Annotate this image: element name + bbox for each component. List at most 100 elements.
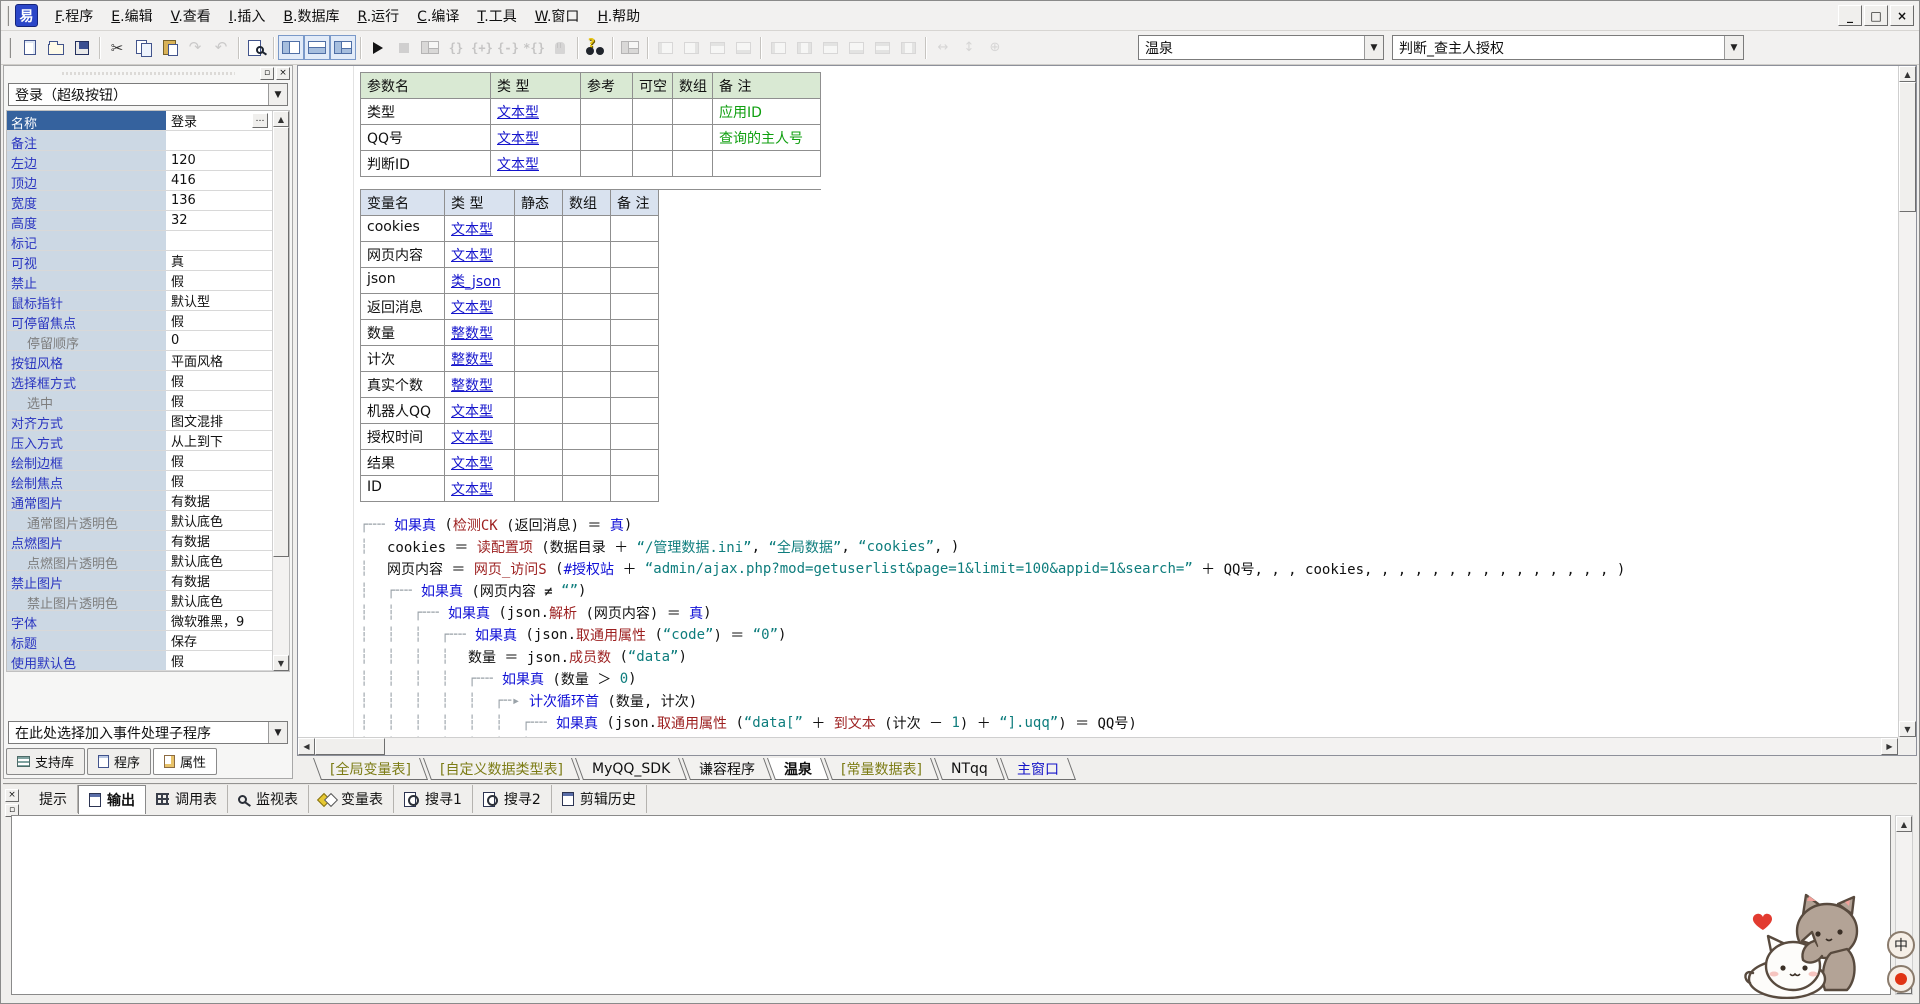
editor-vertical-scrollbar[interactable]: ▲ ▼	[1898, 66, 1916, 737]
same-height-button[interactable]	[895, 35, 921, 60]
object-selector[interactable]: 登录（超级按钮） ▼	[8, 83, 288, 106]
code-line[interactable]: ┆cookies ＝ 读配置项 (数据目录 ＋ “/管理数据.ini”, “全局…	[360, 536, 1625, 558]
layout-both-panels-toggle[interactable]	[330, 35, 356, 60]
copy-button[interactable]	[130, 35, 156, 60]
output-tab-输出[interactable]: 输出	[78, 785, 146, 814]
scroll-up-icon[interactable]: ▲	[273, 111, 289, 127]
property-value[interactable]: 从上到下	[167, 431, 272, 450]
scroll-up-icon[interactable]: ▲	[1896, 816, 1912, 832]
code-line[interactable]: ┆┌╌╌ 如果真 (网页内容 ≠ “”)	[360, 580, 1625, 602]
menubar-grip[interactable]	[7, 6, 10, 26]
table-cell[interactable]	[563, 450, 611, 476]
scroll-down-icon[interactable]: ▼	[1899, 721, 1916, 737]
table-cell[interactable]	[611, 346, 659, 372]
table-cell[interactable]: 整数型	[445, 320, 515, 346]
table-cell[interactable]	[581, 125, 633, 151]
run-button[interactable]	[365, 35, 391, 60]
table-cell[interactable]	[581, 151, 633, 177]
table-cell[interactable]: 文本型	[445, 242, 515, 268]
doc-tab-温泉[interactable]: 温泉	[767, 758, 829, 780]
table-cell[interactable]	[563, 216, 611, 242]
table-cell[interactable]: 返回消息	[361, 294, 445, 320]
pause-hand-button[interactable]	[547, 35, 573, 60]
table-cell[interactable]: ID	[361, 476, 445, 502]
table-cell[interactable]: 判断ID	[361, 151, 491, 177]
paste-button[interactable]	[156, 35, 182, 60]
toolbar-grip[interactable]	[9, 38, 12, 58]
property-value[interactable]: 假	[167, 391, 272, 410]
table-cell[interactable]	[611, 294, 659, 320]
table-cell[interactable]: 整数型	[445, 346, 515, 372]
menu-item-F[interactable]: F.程序	[46, 2, 102, 30]
code-line[interactable]: ┆网页内容 ＝ 网页_访问S (#授权站 ＋ “admin/ajax.php?m…	[360, 558, 1625, 580]
table-cell[interactable]: json	[361, 268, 445, 294]
property-value[interactable]: 120	[167, 151, 272, 170]
table-cell[interactable]	[563, 242, 611, 268]
editor-horizontal-scrollbar[interactable]: ◀ ▶	[298, 737, 1898, 755]
layout-bottom-panel-toggle[interactable]	[304, 35, 330, 60]
output-tab-变量表[interactable]: 变量表	[309, 785, 394, 813]
scrollbar-thumb[interactable]	[273, 127, 289, 557]
property-value[interactable]: 假	[167, 271, 272, 290]
table-cell[interactable]: 授权时间	[361, 424, 445, 450]
property-value[interactable]: 假	[167, 451, 272, 470]
table-cell[interactable]: cookies	[361, 216, 445, 242]
property-value[interactable]: 假	[167, 471, 272, 490]
doc-tab-NTqq[interactable]: NTqq	[934, 758, 1005, 780]
property-value[interactable]: 默认底色	[167, 511, 272, 530]
table-cell[interactable]: 文本型	[491, 99, 581, 125]
property-value[interactable]: 136	[167, 191, 272, 210]
code-line[interactable]: ┆┆┆┆数量 ＝ json.成员数 (“data”)	[360, 646, 1625, 668]
code-line[interactable]: ┆┆┆┆┆┆┌╌╌ 如果真 (json.取通用属性 (“data[” ＋ 到文本…	[360, 712, 1625, 734]
insert-control-right-button[interactable]	[678, 35, 704, 60]
property-value[interactable]: 假	[167, 311, 272, 330]
panel-close-button[interactable]: ×	[276, 67, 290, 80]
redo-button[interactable]: ↷	[182, 35, 208, 60]
table-cell[interactable]: 计次	[361, 346, 445, 372]
property-value[interactable]: 默认型	[167, 291, 272, 310]
table-cell[interactable]: 文本型	[445, 450, 515, 476]
property-value[interactable]: 假	[167, 651, 272, 670]
output-close-button[interactable]: ×	[5, 789, 19, 802]
chevron-down-icon[interactable]: ▼	[268, 84, 287, 105]
output-content[interactable]	[11, 815, 1891, 995]
table-cell[interactable]	[563, 346, 611, 372]
ellipsis-button[interactable]: …	[252, 113, 268, 128]
table-cell[interactable]: 类_json	[445, 268, 515, 294]
table-cell[interactable]	[563, 320, 611, 346]
chevron-down-icon[interactable]: ▼	[1724, 36, 1743, 59]
menu-item-B[interactable]: B.数据库	[274, 2, 348, 30]
property-value[interactable]: 登录…	[167, 111, 272, 130]
scrollbar-thumb[interactable]	[1899, 82, 1916, 212]
table-cell[interactable]: 文本型	[491, 125, 581, 151]
output-tab-调用表[interactable]: 调用表	[146, 785, 228, 813]
code-line[interactable]: ┆┆┆┆┌╌╌ 如果真 (数量 ＞ 0)	[360, 668, 1625, 690]
property-value[interactable]: 保存	[167, 631, 272, 650]
table-cell[interactable]: 文本型	[445, 398, 515, 424]
undo-button[interactable]: ↶	[208, 35, 234, 60]
restore-button[interactable]: □	[1864, 5, 1888, 26]
property-value[interactable]: 有数据	[167, 491, 272, 510]
event-selector[interactable]: 在此处选择加入事件处理子程序 ▼	[8, 721, 288, 744]
table-cell[interactable]: 真实个数	[361, 372, 445, 398]
table-cell[interactable]	[515, 320, 563, 346]
table-cell[interactable]: 整数型	[445, 372, 515, 398]
output-tab-提示[interactable]: 提示	[23, 785, 78, 813]
scroll-left-icon[interactable]: ◀	[298, 738, 315, 755]
table-cell[interactable]	[515, 242, 563, 268]
doc-tab-常量数据表[interactable]: [常量数据表]	[824, 758, 939, 780]
table-cell[interactable]	[611, 268, 659, 294]
panel-grip[interactable]: ▫ ×	[4, 66, 292, 81]
subroutine-combo[interactable]: 判断_查主人授权 ▼	[1392, 35, 1744, 60]
table-cell[interactable]	[563, 398, 611, 424]
property-grid-scrollbar[interactable]: ▲ ▼	[272, 111, 289, 671]
table-cell[interactable]: 数量	[361, 320, 445, 346]
table-cell[interactable]	[713, 151, 821, 177]
table-cell[interactable]	[581, 99, 633, 125]
table-cell[interactable]	[563, 372, 611, 398]
code-line[interactable]: ┆┆┌╌╌ 如果真 (json.解析 (网页内容) ＝ 真)	[360, 602, 1625, 624]
table-cell[interactable]	[563, 294, 611, 320]
property-value[interactable]: 平面风格	[167, 351, 272, 370]
insert-row-button[interactable]	[704, 35, 730, 60]
table-cell[interactable]	[515, 268, 563, 294]
